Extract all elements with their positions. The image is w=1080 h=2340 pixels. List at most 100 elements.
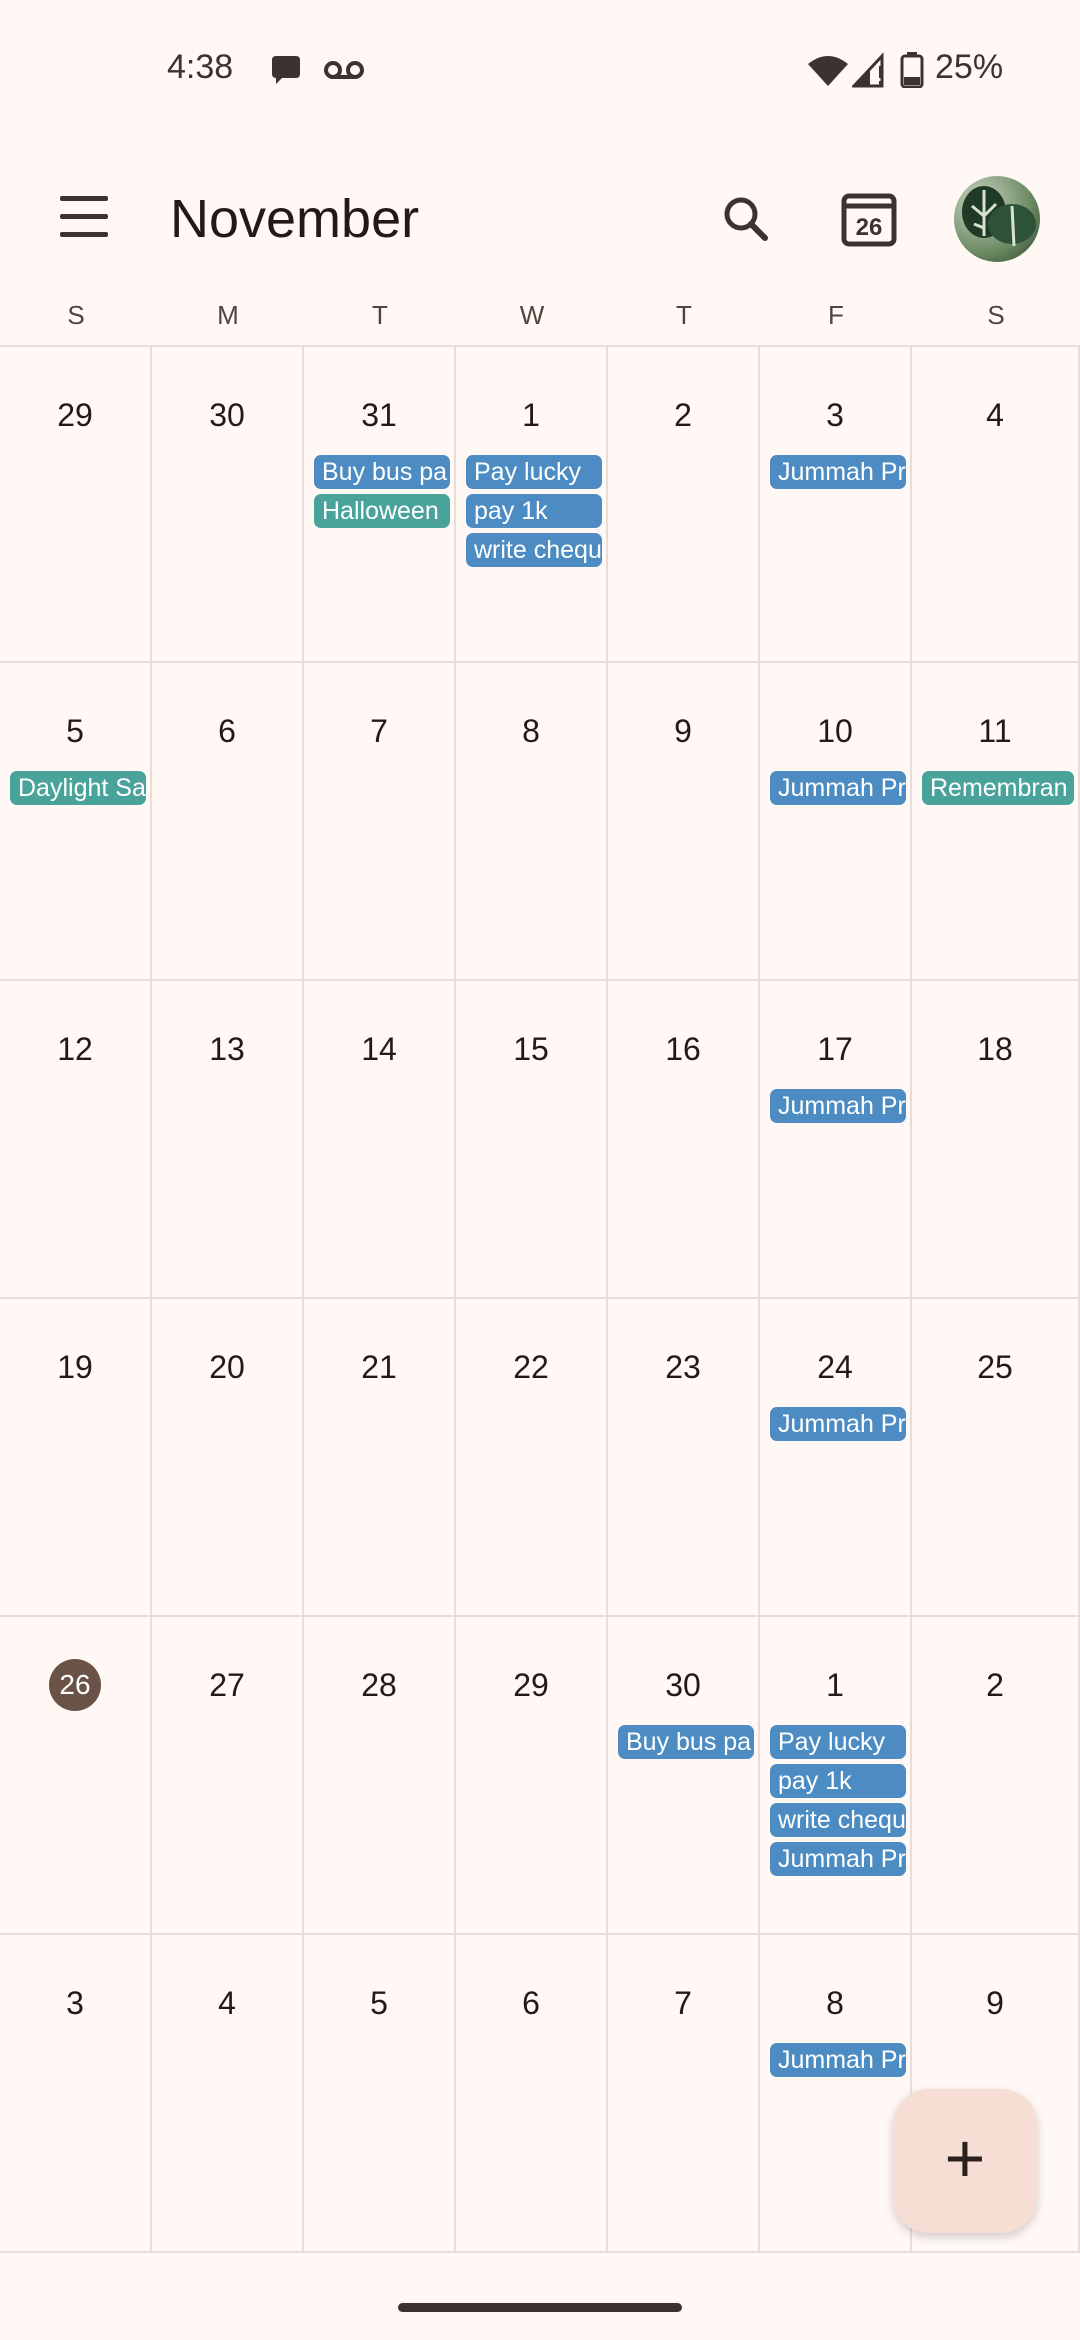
day-cell-w5-thu[interactable]: 7 <box>608 1935 760 2253</box>
search-icon <box>724 197 768 241</box>
day-number: 18 <box>977 1031 1013 1067</box>
menu-button[interactable] <box>40 188 130 248</box>
chat-bubble-icon <box>272 56 300 84</box>
event-chip[interactable]: Jummah Pr <box>770 1842 906 1876</box>
today-icon-date: 26 <box>856 214 883 241</box>
day-cell-w4-mon[interactable]: 27 <box>152 1617 304 1935</box>
day-cell-w3-fri[interactable]: 24 Jummah Pr <box>760 1299 912 1617</box>
event-chip[interactable]: pay 1k <box>770 1764 906 1798</box>
day-number: 6 <box>218 713 236 749</box>
day-number: 2 <box>674 397 692 433</box>
day-cell-w5-tue[interactable]: 5 <box>304 1935 456 2253</box>
event-chip[interactable]: Buy bus pa <box>618 1725 754 1759</box>
day-cell-w1-tue[interactable]: 7 <box>304 663 456 981</box>
day-number: 19 <box>57 1349 93 1385</box>
avatar[interactable] <box>954 176 1040 262</box>
day-cell-w1-wed[interactable]: 8 <box>456 663 608 981</box>
day-cell-w4-fri[interactable]: 1 Pay lucky pay 1k write chequ Jummah Pr <box>760 1617 912 1935</box>
avatar-plant-image <box>962 186 1036 247</box>
event-chip[interactable]: write chequ <box>770 1803 906 1837</box>
day-cell-w1-thu[interactable]: 9 <box>608 663 760 981</box>
day-cell-w4-sat[interactable]: 2 <box>912 1617 1080 1935</box>
event-chip[interactable]: Jummah Pr <box>770 1089 906 1123</box>
day-cell-w5-sun[interactable]: 3 <box>0 1935 152 2253</box>
day-cell-w2-fri[interactable]: 17 Jummah Pr <box>760 981 912 1299</box>
day-number: 11 <box>978 713 1012 749</box>
day-cell-w2-sat[interactable]: 18 <box>912 981 1080 1299</box>
search-button[interactable] <box>705 180 785 260</box>
day-cell-w3-tue[interactable]: 21 <box>304 1299 456 1617</box>
day-cell-w4-wed[interactable]: 29 <box>456 1617 608 1935</box>
day-cell-w5-fri[interactable]: 8 Jummah Pr <box>760 1935 912 2253</box>
battery-percent: 25% <box>935 48 1004 86</box>
day-cell-w2-wed[interactable]: 15 <box>456 981 608 1299</box>
day-cell-w4-tue[interactable]: 28 <box>304 1617 456 1935</box>
event-chip[interactable]: Jummah Pr <box>770 455 906 489</box>
event-chip[interactable]: Pay lucky <box>770 1725 906 1759</box>
day-cell-w5-wed[interactable]: 6 <box>456 1935 608 2253</box>
event-chip[interactable]: Jummah Pr <box>770 1407 906 1441</box>
day-cell-w2-tue[interactable]: 14 <box>304 981 456 1299</box>
day-cell-w1-mon[interactable]: 6 <box>152 663 304 981</box>
calendar-today-icon: 26 <box>841 193 897 247</box>
weekday-header: S M T W T F S <box>0 300 1080 345</box>
day-cell-w3-sat[interactable]: 25 <box>912 1299 1080 1617</box>
today-button[interactable]: 26 <box>830 180 910 260</box>
event-chip[interactable]: Remembran <box>922 771 1074 805</box>
day-cell-w2-thu[interactable]: 16 <box>608 981 760 1299</box>
day-number: 7 <box>370 713 388 749</box>
day-number: 4 <box>986 397 1004 433</box>
day-cell-w3-wed[interactable]: 22 <box>456 1299 608 1617</box>
event-chip[interactable]: Halloween <box>314 494 450 528</box>
day-number: 17 <box>817 1031 853 1067</box>
day-number: 27 <box>209 1667 245 1703</box>
day-cell-w4-sun[interactable]: 26 <box>0 1617 152 1935</box>
event-chip[interactable]: write chequ <box>466 533 602 567</box>
status-bar: 4:38 25% <box>0 0 1080 140</box>
day-number: 13 <box>209 1031 245 1067</box>
day-number: 9 <box>986 1985 1004 2021</box>
day-number: 20 <box>209 1349 245 1385</box>
day-cell-w3-thu[interactable]: 23 <box>608 1299 760 1617</box>
event-chip[interactable]: pay 1k <box>466 494 602 528</box>
day-cell-w5-mon[interactable]: 4 <box>152 1935 304 2253</box>
day-cell-w2-sun[interactable]: 12 <box>0 981 152 1299</box>
weekday-wed: W <box>519 300 545 330</box>
event-chip[interactable]: Jummah Pr <box>770 2043 906 2077</box>
day-number: 12 <box>57 1031 93 1067</box>
day-number: 23 <box>665 1349 701 1385</box>
day-cell-w1-fri[interactable]: 10 Jummah Pr <box>760 663 912 981</box>
day-cell-w0-fri[interactable]: 3 Jummah Pr <box>760 345 912 663</box>
day-number: 24 <box>817 1349 853 1385</box>
day-cell-w1-sat[interactable]: 11 Remembran <box>912 663 1080 981</box>
voicemail-icon <box>324 61 364 79</box>
event-chip[interactable]: Pay lucky <box>466 455 602 489</box>
app-bar: November 26 <box>0 150 1080 290</box>
day-number: 28 <box>361 1667 397 1703</box>
day-cell-w0-sun[interactable]: 29 <box>0 345 152 663</box>
day-cell-w0-thu[interactable]: 2 <box>608 345 760 663</box>
day-cell-w0-wed[interactable]: 1 Pay lucky pay 1k write chequ <box>456 345 608 663</box>
day-cell-w4-thu[interactable]: 30 Buy bus pa <box>608 1617 760 1935</box>
day-cell-w3-mon[interactable]: 20 <box>152 1299 304 1617</box>
day-number: 4 <box>218 1985 236 2021</box>
day-cell-w0-sat[interactable]: 4 <box>912 345 1080 663</box>
day-number: 22 <box>513 1349 549 1385</box>
day-cell-w2-mon[interactable]: 13 <box>152 981 304 1299</box>
day-cell-w3-sun[interactable]: 19 <box>0 1299 152 1617</box>
month-title[interactable]: November <box>170 188 419 250</box>
day-cell-w0-mon[interactable]: 30 <box>152 345 304 663</box>
create-event-button[interactable]: + <box>893 2089 1037 2233</box>
event-chip[interactable]: Buy bus pa <box>314 455 450 489</box>
home-indicator[interactable] <box>398 2303 682 2312</box>
day-number: 9 <box>674 713 692 749</box>
day-number: 15 <box>513 1031 549 1067</box>
event-chip[interactable]: Daylight Sa <box>10 771 146 805</box>
day-cell-w1-sun[interactable]: 5 Daylight Sa <box>0 663 152 981</box>
status-time: 4:38 <box>167 48 234 86</box>
day-number: 25 <box>977 1349 1013 1385</box>
day-number: 29 <box>513 1667 549 1703</box>
day-cell-w0-tue[interactable]: 31 Buy bus pa Halloween <box>304 345 456 663</box>
today-date-marker[interactable]: 26 <box>49 1659 101 1711</box>
event-chip[interactable]: Jummah Pr <box>770 771 906 805</box>
